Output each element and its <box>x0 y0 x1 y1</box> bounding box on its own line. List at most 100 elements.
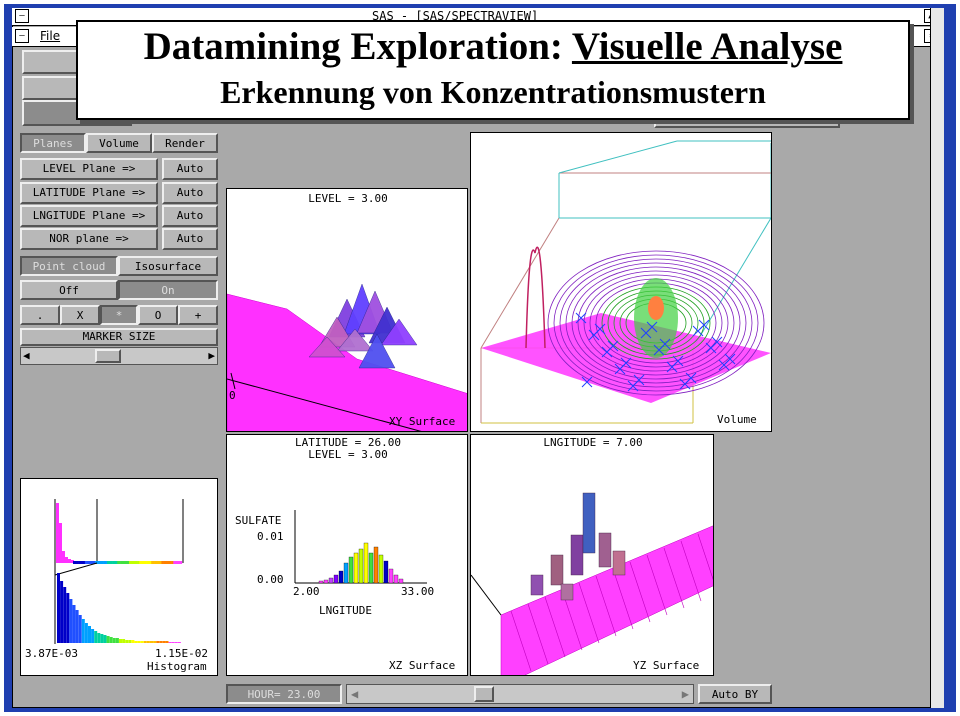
marker-size-slider[interactable]: ◀ ▶ <box>20 347 218 365</box>
slider-right-arrow-icon[interactable]: ▶ <box>208 349 215 362</box>
histogram-bar <box>59 523 62 563</box>
level-plane-button[interactable]: LEVEL Plane => <box>20 158 158 180</box>
marker-plus-button[interactable]: + <box>178 305 218 325</box>
histogram-bar <box>103 635 107 643</box>
xz-bar <box>368 552 374 584</box>
slide-title: Datamining Exploration: Visuelle Analyse <box>143 25 843 68</box>
volume-box-edge <box>692 217 771 349</box>
histogram-color-strip <box>100 561 103 564</box>
histogram-bar <box>81 619 85 643</box>
yz-bar <box>570 534 584 576</box>
histogram-bar <box>159 641 163 643</box>
histogram-bar <box>112 638 116 643</box>
histogram-bar <box>153 641 157 643</box>
xz-bar <box>358 548 364 584</box>
xz-header-level: LEVEL = 3.00 <box>308 448 388 461</box>
marker-star-button[interactable]: * <box>100 305 138 325</box>
auto-by-button[interactable]: Auto BY <box>698 684 772 704</box>
histogram-bar <box>78 615 82 643</box>
yz-bar <box>560 583 574 601</box>
histogram-zoom-line <box>54 562 98 576</box>
auto-button-lngitude[interactable]: Auto <box>162 205 218 227</box>
marker-o-button[interactable]: O <box>138 305 178 325</box>
histogram-bar <box>65 557 68 563</box>
histogram-color-strip <box>108 561 111 564</box>
off-toggle[interactable]: Off <box>20 280 118 300</box>
isosurface-toggle[interactable]: Isosurface <box>118 256 218 276</box>
volume-panel[interactable]: Volume <box>470 132 772 432</box>
hour-slider-right-icon[interactable]: ▶ <box>682 687 689 701</box>
tab-render[interactable]: Render <box>152 133 218 153</box>
histogram-min-label: 3.87E-03 <box>25 647 78 660</box>
histogram-bar <box>122 639 126 643</box>
histogram-bar <box>143 641 147 643</box>
histogram-color-strip <box>86 561 89 564</box>
slider-left-arrow-icon[interactable]: ◀ <box>23 349 30 362</box>
histogram-title: Histogram <box>147 660 207 673</box>
lngitude-plane-button[interactable]: LNGITUDE Plane => <box>20 205 158 227</box>
histogram-color-strip <box>120 561 123 564</box>
histogram-bar <box>140 641 144 643</box>
xy-axis-tick: 0 <box>229 389 236 402</box>
nor-plane-button[interactable]: NOR plane => <box>20 228 158 250</box>
volume-box-edge <box>480 217 560 349</box>
tab-planes[interactable]: Planes <box>20 133 86 153</box>
histogram-bar <box>88 626 91 643</box>
system-menu-icon[interactable]: – <box>15 9 29 23</box>
latitude-plane-button[interactable]: LATITUDE Plane => <box>20 182 158 204</box>
xz-bar <box>328 577 334 584</box>
on-toggle[interactable]: On <box>118 280 218 300</box>
marker-x-button[interactable]: X <box>60 305 100 325</box>
xz-bar <box>333 574 339 584</box>
file-menu[interactable]: File <box>40 29 60 43</box>
yz-bar <box>530 574 544 596</box>
histogram-bar <box>177 642 181 643</box>
point-cloud-toggle[interactable]: Point cloud <box>20 256 118 276</box>
tab-volume[interactable]: Volume <box>86 133 152 153</box>
histogram-color-strip <box>142 561 145 564</box>
yz-surface-panel[interactable]: LNGITUDE = 7.00 YZ Surface <box>470 434 714 676</box>
marker-dot-button[interactable]: . <box>20 305 60 325</box>
yz-bar <box>598 532 612 568</box>
hour-slider-thumb[interactable] <box>473 686 494 702</box>
histogram-color-strip <box>127 561 130 564</box>
hour-slider[interactable]: ◀ ▶ <box>346 684 694 704</box>
histogram-color-strip <box>144 561 147 564</box>
auto-button-level[interactable]: Auto <box>162 158 218 180</box>
xy-surface-plot <box>227 283 467 431</box>
xz-bar <box>388 568 394 584</box>
xz-surface-panel[interactable]: LATITUDE = 26.00 LEVEL = 3.00 SULFATE 0.… <box>226 434 468 676</box>
volume-box-edge <box>558 140 678 174</box>
xz-bar <box>348 556 354 584</box>
xz-x-axis-label: LNGITUDE <box>319 604 372 617</box>
histogram-color-strip <box>81 561 84 564</box>
histogram-color-strip <box>135 561 138 564</box>
hour-readout: HOUR= 23.00 <box>226 684 342 704</box>
histogram-color-strip <box>169 561 172 564</box>
histogram-bar <box>137 641 141 643</box>
xy-surface-panel[interactable]: LEVEL = 3.00 0 XY Surface <box>226 188 468 432</box>
yz-bar <box>612 550 626 576</box>
histogram-bar <box>56 503 59 563</box>
window-scrollbar[interactable] <box>930 8 944 708</box>
histogram-color-strip <box>152 561 155 564</box>
histogram-bar <box>69 599 73 643</box>
slider-thumb[interactable] <box>94 349 121 363</box>
histogram-color-strip <box>83 561 86 564</box>
hour-slider-left-icon[interactable]: ◀ <box>351 687 358 701</box>
xz-x-tick-left: 2.00 <box>293 585 320 598</box>
histogram-color-strip <box>134 561 137 564</box>
yz-surface-plot <box>471 492 713 675</box>
auto-button-nor[interactable]: Auto <box>162 228 218 250</box>
xz-bar <box>398 578 404 584</box>
histogram-bar <box>150 641 153 643</box>
xz-bar <box>353 552 359 584</box>
doc-menu-icon[interactable]: – <box>15 29 29 43</box>
xz-y-axis-label: SULFATE <box>235 514 282 527</box>
xz-bar <box>318 580 324 584</box>
histogram-bar <box>131 640 135 643</box>
auto-button-latitude[interactable]: Auto <box>162 182 218 204</box>
histogram-bar <box>60 581 64 643</box>
yz-header: LNGITUDE = 7.00 <box>543 436 643 449</box>
histogram-bar <box>109 637 113 643</box>
